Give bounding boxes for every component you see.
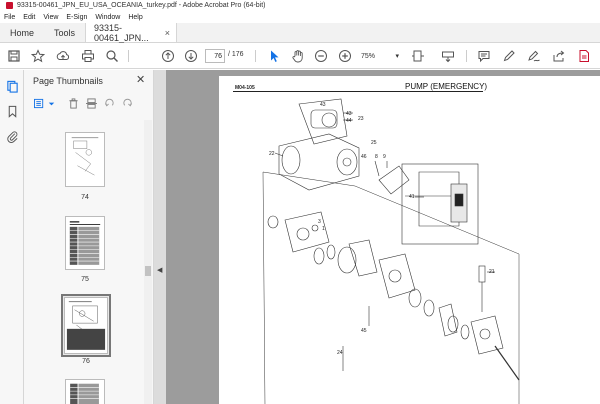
tab-home-label: Home [10,27,35,38]
tab-document[interactable]: 93315-00461_JPN... × [85,22,178,43]
hand-tool-icon[interactable] [290,48,306,64]
comment-icon[interactable] [476,48,492,64]
thumbnail-scrollbar-thumb[interactable] [145,266,151,276]
previous-page-icon[interactable] [160,48,176,64]
tab-bar: Home Tools 93315-00461_JPN... × [0,23,600,43]
menu-edit[interactable]: Edit [23,14,35,21]
callout-label: 44 [346,118,352,124]
bookmark-icon[interactable] [4,103,20,119]
print-icon[interactable] [80,48,96,64]
callout-label: 23 [358,116,364,122]
callout-label: 25 [371,140,377,146]
rotate-left-icon[interactable] [102,96,116,110]
callout-label: 8 [375,154,378,160]
panel-collapse-strip[interactable]: ◀ [154,70,166,404]
tab-tools-label: Tools [54,27,76,38]
rotate-right-icon[interactable] [120,96,134,110]
insert-page-icon[interactable] [84,96,98,110]
panel-title: Page Thumbnails [33,76,103,86]
thumbnail-label: 76 [82,358,90,365]
callout-label: 45 [361,328,367,334]
tab-tools[interactable]: Tools [44,23,85,42]
callout-label: 46 [361,154,367,160]
share-icon[interactable] [551,48,567,64]
toolbar-separator [466,50,467,62]
tab-home[interactable]: Home [0,23,44,42]
callout-label: 9 [383,154,386,160]
main-toolbar: 76 / 176 75% ▾ [0,43,600,69]
window-title-bar: 93315-00461_JPN_EU_USA_OCEANIA_turkey.pd… [0,0,600,11]
menu-view[interactable]: View [43,14,58,21]
chevron-down-icon: ▾ [395,53,399,60]
zoom-in-icon[interactable] [337,48,353,64]
save-icon[interactable] [6,48,22,64]
callout-label: 3 [318,219,321,225]
attachment-icon[interactable] [4,128,20,144]
callout-label: 22 [269,151,275,157]
thumbnail-page[interactable] [65,379,105,404]
zoom-level-value: 75% [361,52,376,60]
fit-page-icon[interactable] [410,48,426,64]
chevron-left-icon[interactable]: ◀ [157,266,162,274]
sign-icon[interactable] [526,48,542,64]
search-icon[interactable] [104,48,120,64]
thumbnail-label: 74 [81,194,89,201]
document-icon[interactable] [576,48,592,64]
callout-label: 43 [320,102,326,108]
callout-label: 1 [322,226,325,232]
thumbnail-scrollbar[interactable] [144,120,152,404]
pen-icon[interactable] [501,48,517,64]
page-thumbnails-panel: Page Thumbnails ✕ 74 75 76 [24,70,154,404]
callout-label: 41 [409,194,415,200]
thumbnail-page[interactable] [65,216,105,270]
thumbnail-label: 75 [81,276,89,283]
tab-close-icon[interactable]: × [165,28,170,38]
page-total: / 176 [228,51,244,58]
menu-file[interactable]: File [4,14,15,21]
exploded-parts-diagram [262,98,520,404]
callout-label: 43 [346,111,352,117]
menu-window[interactable]: Window [95,14,120,21]
callout-label: 24 [337,350,343,356]
document-view[interactable]: M04-105 PUMP (EMERGENCY) 43 43 44 23 22 … [166,70,600,404]
delete-page-icon[interactable] [66,96,80,110]
pages-icon[interactable] [4,78,20,94]
close-icon[interactable]: ✕ [136,73,145,86]
menu-help[interactable]: Help [128,14,142,21]
select-cursor-icon[interactable] [266,48,282,64]
zoom-out-icon[interactable] [313,48,329,64]
star-icon[interactable] [30,48,46,64]
next-page-icon[interactable] [183,48,199,64]
left-navigation-rail [0,70,24,404]
window-title: 93315-00461_JPN_EU_USA_OCEANIA_turkey.pd… [17,2,266,9]
tab-document-label: 93315-00461_JPN... [94,22,149,43]
keyboard-tool-icon[interactable] [440,48,456,64]
zoom-level-dropdown[interactable]: 75% ▾ [358,49,402,63]
toolbar-separator [255,50,256,62]
callout-label: 21 [489,269,495,275]
chevron-down-icon[interactable] [44,96,58,110]
thumbnail-page-selected[interactable] [64,297,108,354]
page-number-input[interactable]: 76 [205,49,225,63]
toolbar-separator [128,50,129,62]
pdf-page: M04-105 PUMP (EMERGENCY) 43 43 44 23 22 … [219,76,600,404]
menu-bar: File Edit View E-Sign Window Help [0,11,600,23]
acrobat-app-icon [6,2,13,9]
menu-esign[interactable]: E-Sign [66,14,87,21]
thumbnail-tools [32,96,152,110]
upload-cloud-icon[interactable] [55,48,71,64]
thumbnail-page[interactable] [65,132,105,187]
